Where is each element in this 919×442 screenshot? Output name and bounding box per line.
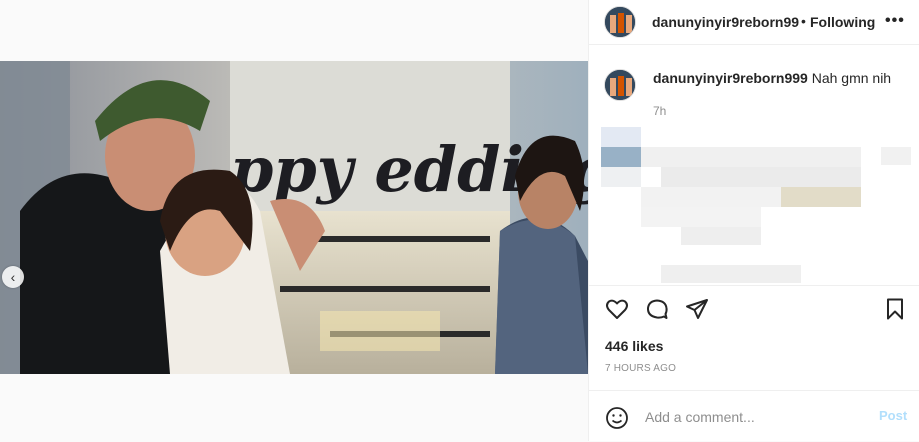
post-button[interactable]: Post [879, 408, 907, 423]
action-bar [589, 285, 919, 338]
comment-input[interactable] [643, 405, 867, 429]
chevron-left-icon: ‹ [10, 269, 16, 285]
emoji-button[interactable] [605, 406, 629, 435]
share-button[interactable] [684, 296, 710, 322]
left-area: ppy edding ‹ [0, 0, 588, 441]
like-button[interactable] [604, 296, 630, 322]
post-header: danunyinyir9reborn99 • Following ••• [589, 0, 919, 45]
blurred-comments [601, 127, 911, 283]
following-button[interactable]: Following [810, 14, 875, 30]
more-options-icon[interactable]: ••• [885, 12, 905, 30]
post-media[interactable]: ppy edding ‹ [0, 61, 588, 374]
post-timestamp[interactable]: 7 HOURS AGO [605, 363, 676, 374]
heart-icon [606, 299, 628, 319]
caption-username[interactable]: danunyinyir9reborn999 [653, 70, 808, 86]
header-separator: • [801, 13, 806, 29]
header-username[interactable]: danunyinyir9reborn99 [652, 14, 799, 30]
post-sidebar: danunyinyir9reborn99 • Following ••• dan… [588, 0, 919, 441]
comment-composer: Post [589, 390, 919, 442]
emoji-icon [606, 407, 628, 429]
caption-avatar[interactable] [604, 69, 636, 101]
send-icon [686, 299, 708, 319]
comments-area: danunyinyir9reborn999 Nah gmn nih 7h [589, 45, 919, 285]
previous-slide-button[interactable]: ‹ [2, 266, 24, 288]
likes-count[interactable]: 446 likes [605, 338, 663, 354]
avatar[interactable] [604, 6, 636, 38]
video-frame: ppy edding [0, 61, 588, 374]
comment-button[interactable] [644, 296, 670, 322]
caption-text: Nah gmn nih [811, 70, 892, 86]
comment-icon [646, 299, 668, 319]
bookmark-icon [887, 298, 903, 320]
save-button[interactable] [882, 296, 908, 322]
caption-time: 7h [653, 104, 667, 118]
caption: danunyinyir9reborn999 Nah gmn nih [653, 70, 913, 86]
avatar-image [605, 7, 635, 37]
avatar-image [605, 70, 635, 100]
